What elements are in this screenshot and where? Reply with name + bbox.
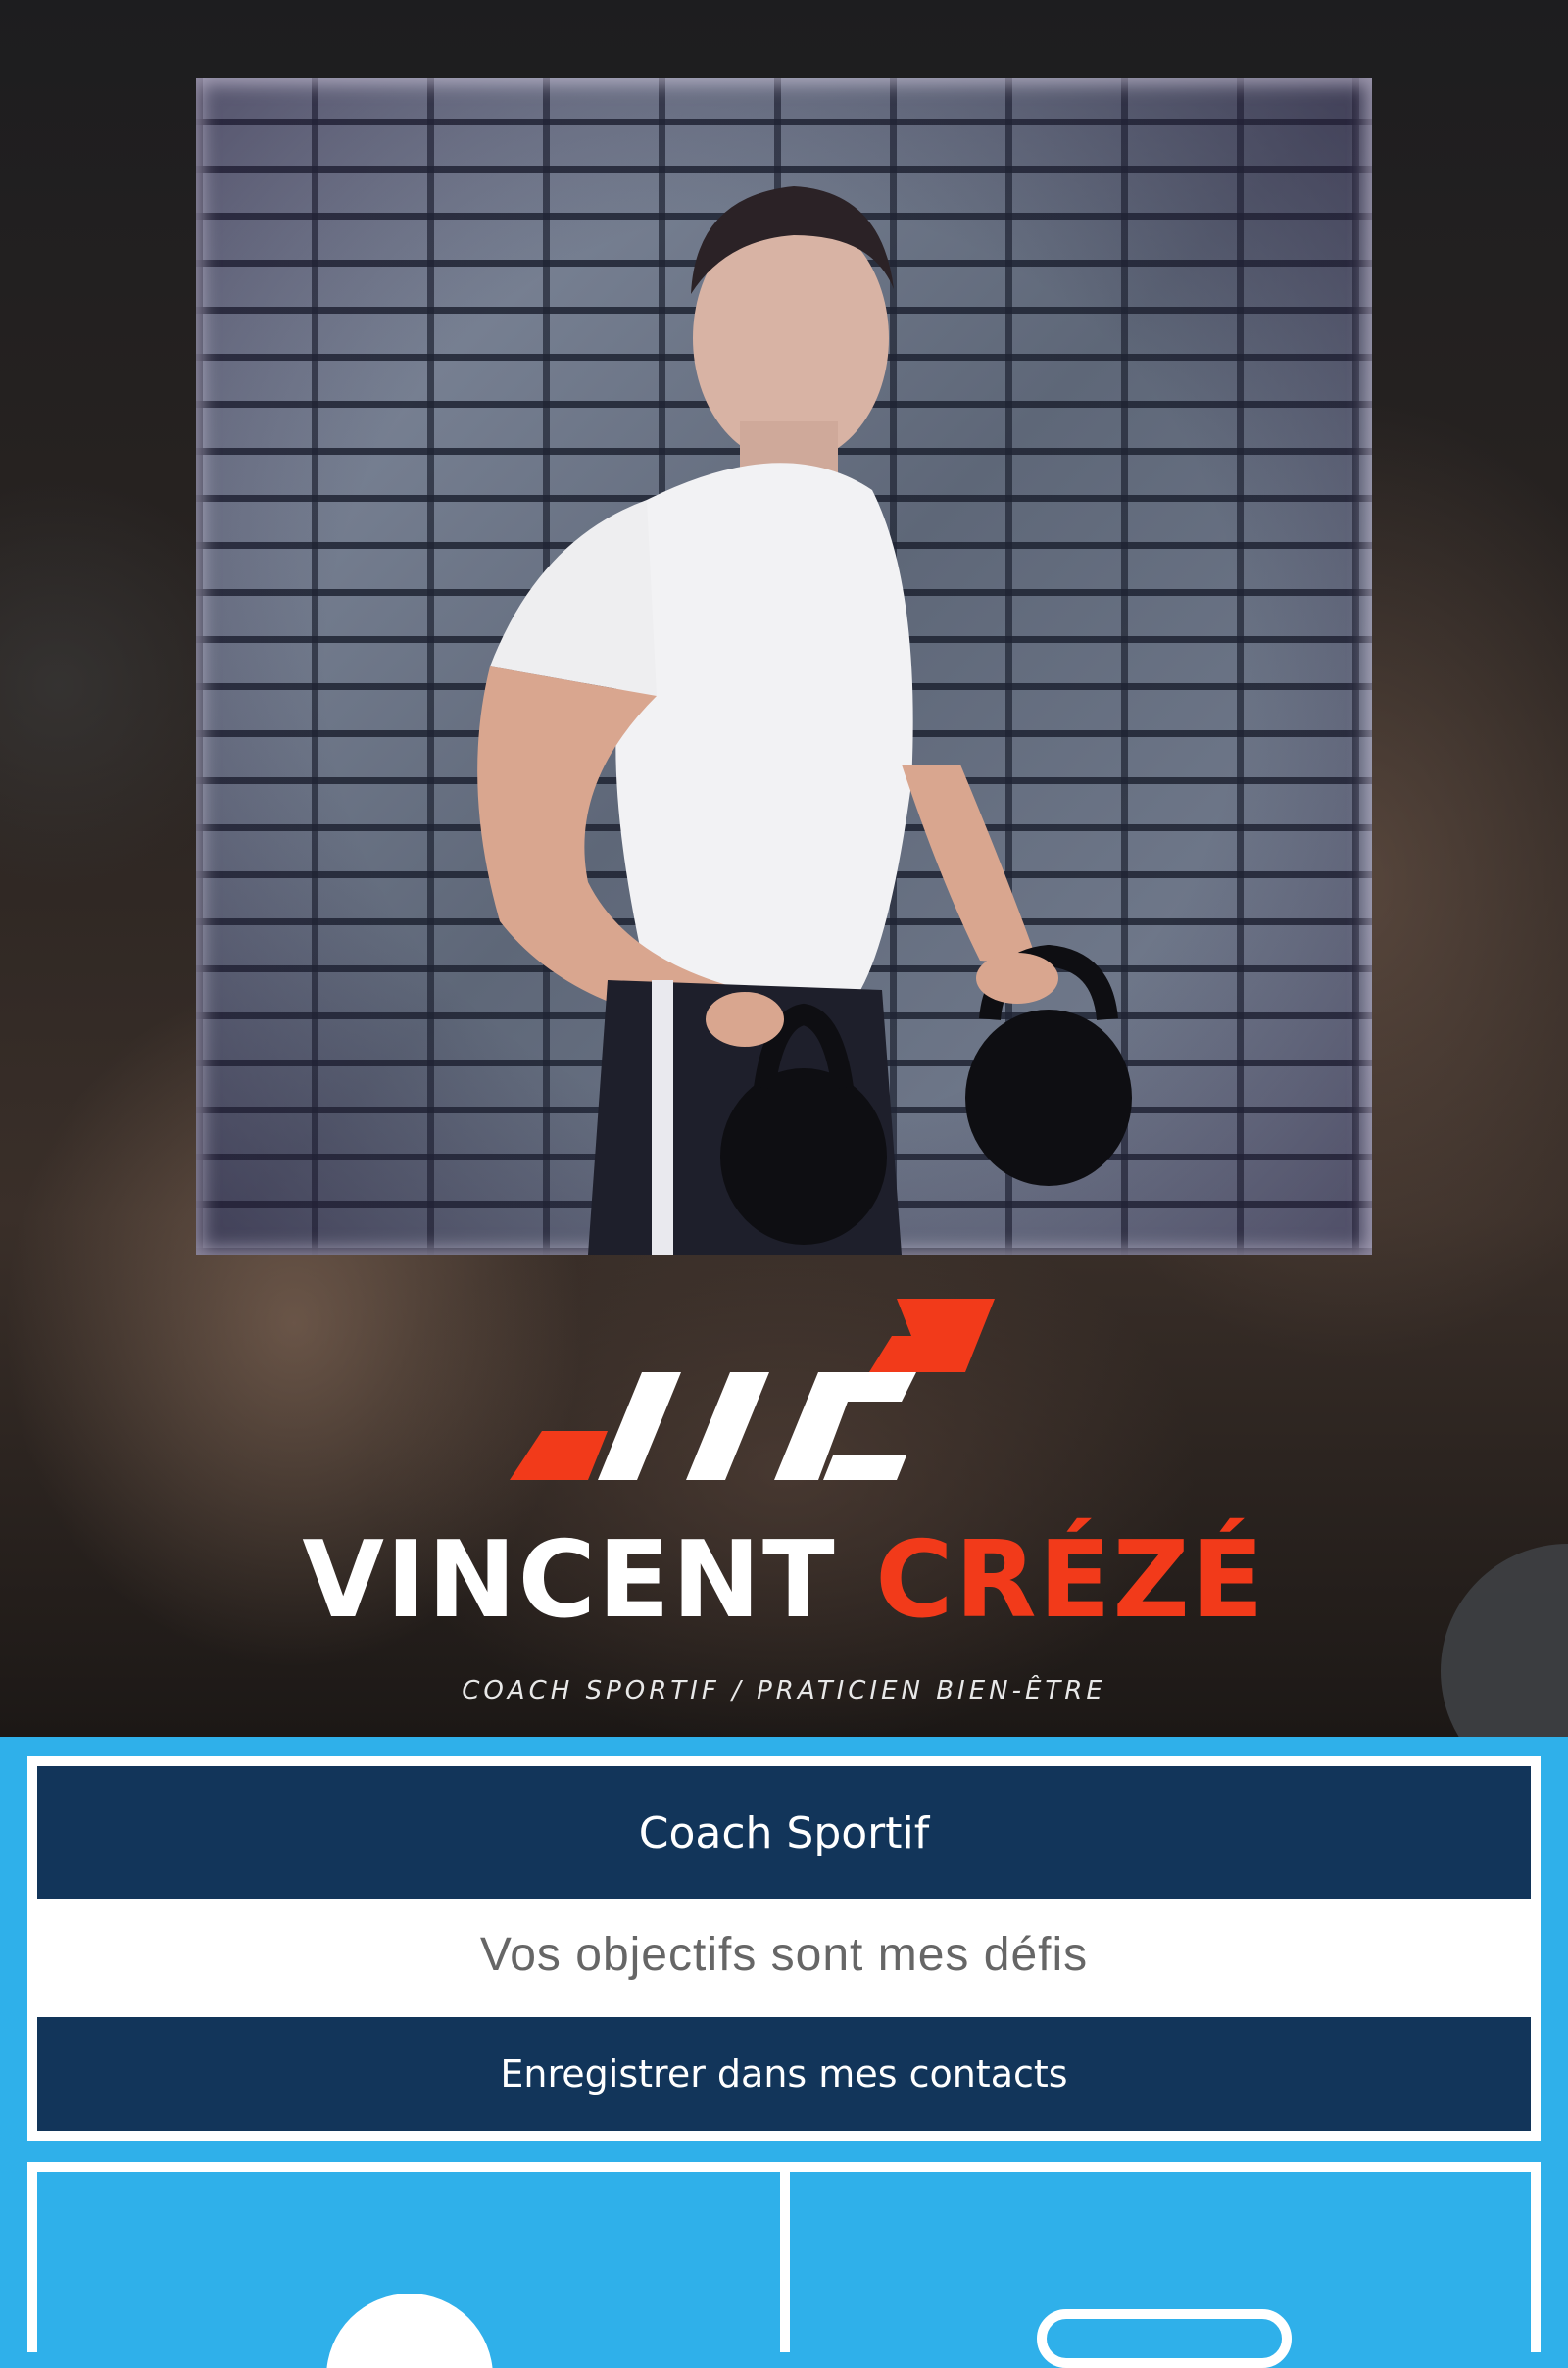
- hero-banner: VINCENT CRÉZÉ COACH SPORTIF / PRATICIEN …: [0, 0, 1568, 1737]
- phone-icon: [1037, 2309, 1292, 2368]
- action-tiles: [27, 2162, 1541, 2368]
- brand-tagline: COACH SPORTIF / PRATICIEN BIEN-ÊTRE: [462, 1676, 1106, 1705]
- profile-card: Coach Sportif Vos objectifs sont mes déf…: [27, 1756, 1541, 2141]
- coach-photo-illustration: [477, 186, 1132, 1255]
- profile-photo: [196, 78, 1372, 1255]
- brand-last-name: CRÉZÉ: [875, 1519, 1266, 1642]
- profile-subtitle: Vos objectifs sont mes défis: [479, 1928, 1089, 1981]
- user-icon: [326, 2294, 493, 2368]
- save-contact-button[interactable]: Enregistrer dans mes contacts: [37, 2017, 1531, 2131]
- brand-name: VINCENT CRÉZÉ: [0, 1517, 1568, 1645]
- contact-card-tile[interactable]: [37, 2172, 780, 2368]
- brand-first-name: VINCENT: [302, 1519, 837, 1642]
- profile-title: Coach Sportif: [37, 1766, 1531, 1899]
- brand-logo-icon: [510, 1299, 995, 1480]
- phone-tile[interactable]: [790, 2172, 1531, 2368]
